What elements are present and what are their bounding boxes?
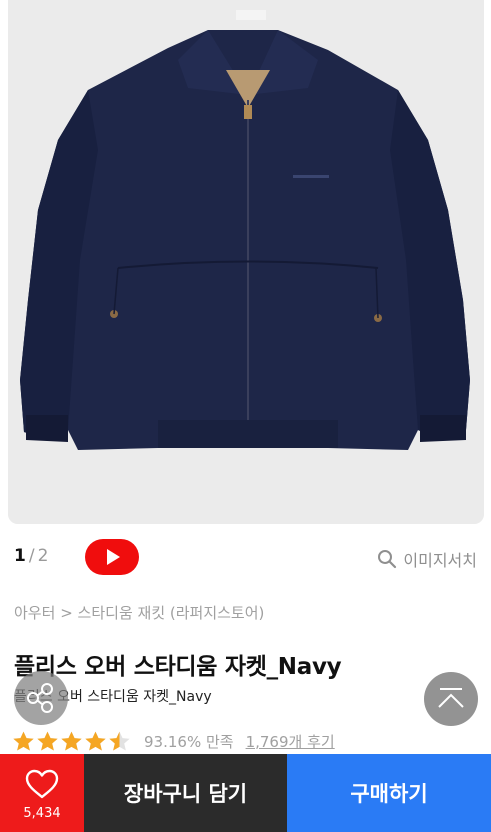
- breadcrumb: 아우터 > 스타디움 재킷 (라퍼지스토어): [14, 602, 264, 623]
- breadcrumb-separator: >: [60, 604, 73, 622]
- satisfaction-rate: 93.16% 만족: [144, 732, 234, 751]
- arrow-up-icon: [438, 688, 464, 708]
- like-count: 5,434: [23, 806, 61, 821]
- heart-icon: [25, 769, 59, 799]
- jacket-photo: [8, 0, 484, 524]
- image-search-label: 이미지서치: [403, 551, 477, 570]
- current-page: 1: [14, 546, 26, 566]
- star-icon: [37, 731, 58, 751]
- page-separator: /: [28, 546, 35, 566]
- total-pages: 2: [37, 546, 49, 566]
- image-search-button[interactable]: 이미지서치: [377, 547, 477, 571]
- product-image[interactable]: [8, 0, 484, 524]
- star-icon: [85, 731, 106, 751]
- video-play-button[interactable]: [85, 539, 139, 575]
- search-icon: [378, 550, 397, 569]
- star-rating: [12, 730, 132, 752]
- rating-row: 93.16% 만족 1,769개 후기: [12, 728, 335, 754]
- page-indicator: 1/2: [14, 546, 48, 566]
- like-button[interactable]: 5,434: [0, 754, 84, 832]
- share-icon: [27, 683, 53, 713]
- scroll-top-button[interactable]: [424, 672, 478, 726]
- play-icon: [107, 549, 120, 565]
- breadcrumb-brand[interactable]: 스타디움 재킷 (라퍼지스토어): [78, 604, 265, 622]
- star-icon: [109, 731, 130, 751]
- star-icon: [13, 731, 34, 751]
- buy-now-button[interactable]: 구매하기: [287, 754, 491, 832]
- gallery-controls: 1/2 이미지서치: [0, 536, 491, 580]
- star-icon: [61, 731, 82, 751]
- purchase-bar: 5,434 장바구니 담기 구매하기: [0, 754, 491, 832]
- review-count-link[interactable]: 1,769개 후기: [246, 731, 335, 752]
- breadcrumb-category[interactable]: 아우터: [14, 604, 55, 622]
- add-to-cart-button[interactable]: 장바구니 담기: [84, 754, 287, 832]
- share-button[interactable]: [14, 671, 68, 725]
